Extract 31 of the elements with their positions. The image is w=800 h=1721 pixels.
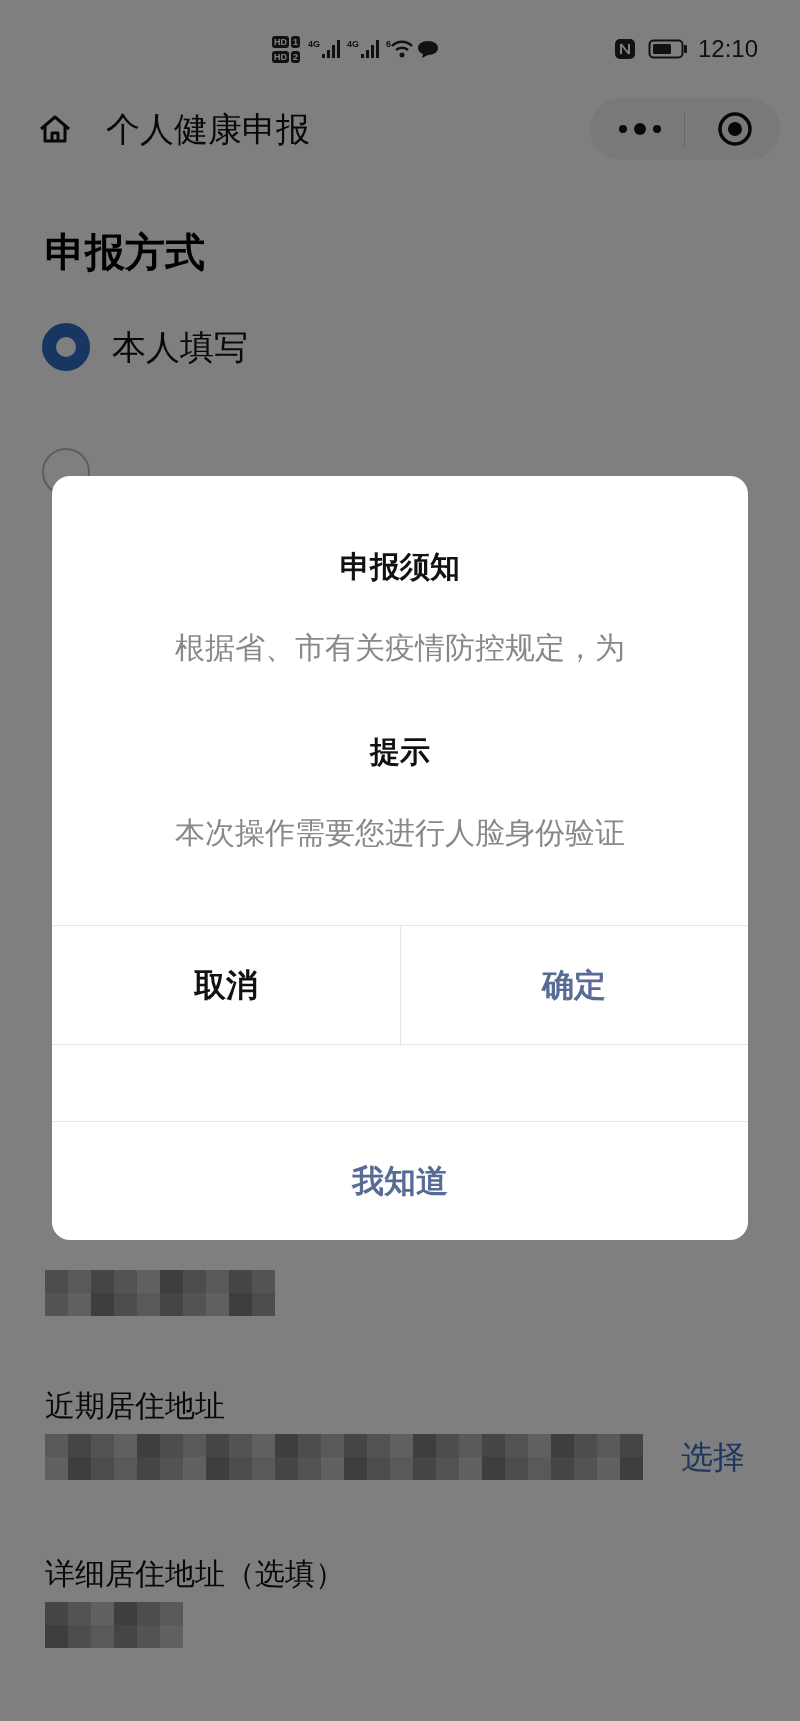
acknowledge-button[interactable]: 我知道 xyxy=(52,1122,748,1240)
network-label: 4G xyxy=(347,39,360,49)
signal-icon xyxy=(321,39,342,59)
section-heading: 申报方式 xyxy=(45,229,206,276)
dialog-subtitle: 提示 xyxy=(368,734,431,770)
dialog-title: 申报须知 xyxy=(339,549,461,585)
more-icon[interactable] xyxy=(618,122,662,136)
sim-slot: 1 xyxy=(291,35,300,48)
close-target-icon[interactable] xyxy=(717,111,753,147)
sim-badge: HD xyxy=(272,50,289,63)
select-link[interactable]: 选择 xyxy=(681,1433,745,1481)
chat-bubble-icon xyxy=(417,39,440,59)
wifi-icon xyxy=(391,39,414,59)
nfc-icon xyxy=(613,38,636,60)
dialog-button[interactable]: 取消 xyxy=(52,926,400,1044)
dialog-message: 本次操作需要您进行人脸身份验证 xyxy=(174,815,626,851)
signal-icon xyxy=(360,39,381,59)
home-icon[interactable] xyxy=(38,114,72,144)
field-label: 近期居住地址 xyxy=(45,1388,226,1424)
battery-icon xyxy=(647,38,688,60)
dialog-button[interactable]: 确定 xyxy=(399,926,748,1044)
page-title: 个人健康申报 xyxy=(106,108,310,150)
wifi-label: 6 xyxy=(386,39,392,49)
field-label: 详细居住地址（选填） xyxy=(45,1556,346,1592)
clock-time: 12:10 xyxy=(697,34,758,64)
dialog-text: 根据省、市有关疫情防控规定，为 xyxy=(174,630,626,666)
sim-badge: HD xyxy=(272,35,289,48)
radio-label: 本人填写 xyxy=(112,326,248,368)
network-label: 4G xyxy=(308,39,321,49)
radio-button[interactable] xyxy=(42,323,90,371)
sim-slot: 2 xyxy=(291,50,300,63)
